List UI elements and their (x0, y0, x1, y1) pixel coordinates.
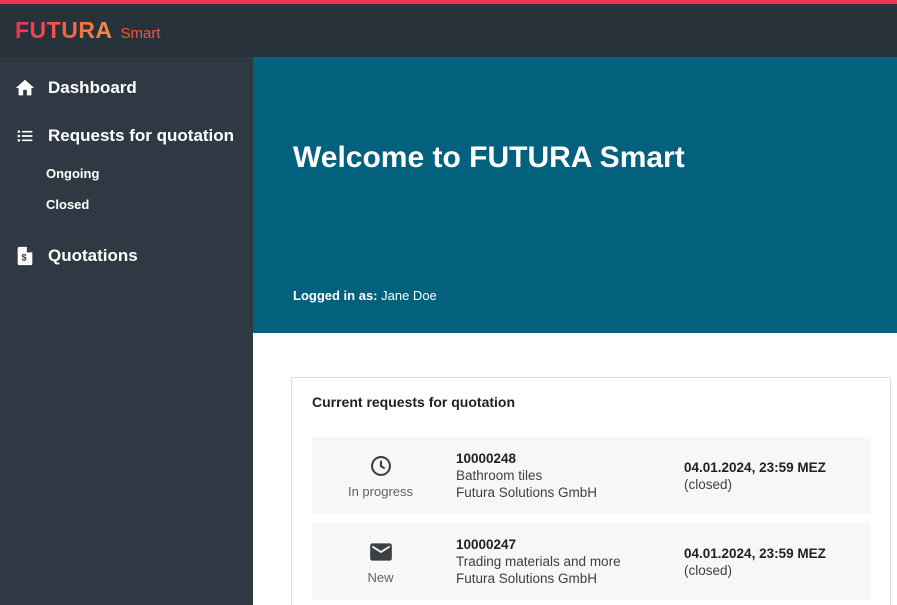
sidebar-item-dashboard[interactable]: Dashboard (0, 66, 253, 110)
request-id: 10000248 (456, 450, 684, 467)
sidebar-item-requests-for-quotation[interactable]: Requests for quotation (0, 114, 253, 158)
deadline-column: 04.01.2024, 23:59 MEZ (closed) (684, 545, 854, 579)
status-label: In progress (348, 484, 413, 499)
request-description: Trading materials and more (456, 553, 684, 570)
sidebar: Dashboard Requests for quotation Ongoing… (0, 57, 253, 605)
home-icon (14, 77, 36, 99)
clock-icon (368, 453, 394, 479)
brand-logo[interactable]: FUTURA (15, 17, 113, 44)
request-rows: In progress 10000248 Bathroom tiles Futu… (312, 437, 870, 605)
sidebar-item-quotations[interactable]: $ Quotations (0, 234, 253, 278)
status-label: New (367, 570, 393, 585)
card-title: Current requests for quotation (312, 394, 870, 410)
request-id: 10000247 (456, 536, 684, 553)
list-icon (14, 125, 36, 147)
deadline-date: 04.01.2024, 23:59 MEZ (684, 545, 854, 562)
request-details: 10000247 Trading materials and more Futu… (433, 536, 684, 587)
welcome-title: Welcome to FUTURA Smart (293, 141, 685, 175)
deadline-note: (closed) (684, 562, 854, 579)
current-requests-card: Current requests for quotation In progre… (291, 377, 891, 605)
request-description: Bathroom tiles (456, 467, 684, 484)
logged-in-status: Logged in as: Jane Doe (293, 288, 437, 303)
deadline-column: 04.01.2024, 23:59 MEZ (closed) (684, 459, 854, 493)
svg-text:$: $ (22, 253, 27, 263)
sidebar-item-label: Dashboard (48, 78, 137, 98)
sidebar-subitem-closed[interactable]: Closed (0, 189, 253, 220)
request-company: Futura Solutions GmbH (456, 484, 684, 501)
deadline-date: 04.01.2024, 23:59 MEZ (684, 459, 854, 476)
logged-in-user: Jane Doe (381, 288, 437, 303)
status-column: New (328, 539, 433, 585)
request-quote-icon: $ (14, 245, 36, 267)
email-icon (368, 539, 394, 565)
brand-suffix: Smart (121, 25, 161, 42)
request-details: 10000248 Bathroom tiles Futura Solutions… (433, 450, 684, 501)
request-row[interactable]: New 10000247 Trading materials and more … (312, 523, 870, 600)
request-row[interactable]: In progress 10000248 Bathroom tiles Futu… (312, 437, 870, 514)
logged-in-label: Logged in as: (293, 288, 378, 303)
app-header: FUTURA Smart (0, 4, 897, 57)
status-column: In progress (328, 453, 433, 499)
sidebar-subitem-ongoing[interactable]: Ongoing (0, 158, 253, 189)
sidebar-item-label: Quotations (48, 246, 138, 266)
deadline-note: (closed) (684, 476, 854, 493)
main-content: Welcome to FUTURA Smart Logged in as: Ja… (253, 57, 897, 605)
request-company: Futura Solutions GmbH (456, 570, 684, 587)
welcome-banner: Welcome to FUTURA Smart Logged in as: Ja… (253, 57, 897, 333)
sidebar-item-label: Requests for quotation (48, 126, 234, 146)
